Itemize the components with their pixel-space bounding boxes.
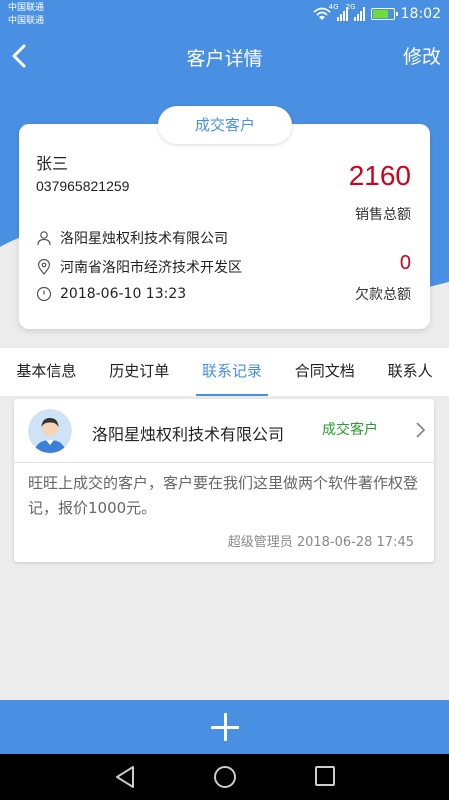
tab-order-history[interactable]: 历史订单 — [103, 348, 175, 396]
created-row: 2018-06-10 13:23 — [36, 286, 186, 302]
home-circle-icon[interactable] — [213, 765, 237, 789]
signal-icon-2: 2G — [346, 3, 365, 21]
record-author-time: 超级管理员 2018-06-28 17:45 — [227, 535, 414, 550]
network-type-2: 2G — [345, 3, 356, 11]
customer-name: 张三 — [36, 154, 69, 173]
carrier-1: 中国联通 — [8, 3, 45, 13]
company-name: 洛阳星烛权利技术有限公司 — [60, 231, 228, 247]
address: 河南省洛阳市经济技术开发区 — [60, 260, 242, 276]
contact-record-card[interactable]: 洛阳星烛权利技术有限公司 成交客户 旺旺上成交的客户，客户要在我们这里做两个软件… — [14, 399, 434, 562]
carrier-2: 中国联通 — [8, 16, 45, 26]
record-status: 成交客户 — [322, 422, 378, 438]
clock: 18:02 — [400, 6, 441, 22]
debt-total-label: 欠款总额 — [355, 287, 411, 303]
record-content: 旺旺上成交的客户，客户要在我们这里做两个软件著作权登记，报价1000元。 — [28, 474, 419, 517]
customer-status-badge: 成交客户 — [158, 106, 292, 144]
person-icon — [37, 231, 51, 246]
customer-phone: 037965821259 — [36, 178, 130, 194]
tab-contact-records[interactable]: 联系记录 — [195, 348, 269, 396]
network-type-1: 4G — [328, 3, 339, 11]
carrier-info: 中国联通 中国联通 — [8, 2, 44, 28]
edit-button[interactable]: 修改 — [403, 42, 441, 69]
battery-icon — [370, 8, 398, 20]
add-record-button[interactable] — [0, 700, 449, 754]
debt-total: 0 — [399, 252, 411, 274]
created-time: 2018-06-10 13:23 — [60, 286, 187, 302]
location-pin-icon — [37, 259, 51, 275]
customer-card: 张三 037965821259 2160 销售总额 洛阳星烛权利技术有限公司 河… — [19, 124, 430, 329]
record-header[interactable]: 洛阳星烛权利技术有限公司 成交客户 — [14, 399, 434, 463]
status-bar: 中国联通 中国联通 4G 2G 18:02 — [0, 0, 449, 32]
avatar — [28, 409, 72, 453]
recent-apps-icon[interactable] — [314, 765, 336, 787]
page-title: 客户详情 — [186, 48, 263, 70]
tab-contacts[interactable]: 联系人 — [382, 348, 439, 396]
tab-bar: 基本信息 历史订单 联系记录 合同文档 联系人 — [0, 348, 449, 396]
sales-total-label: 销售总额 — [355, 207, 411, 223]
back-triangle-icon[interactable] — [114, 765, 136, 789]
app-header: 客户详情 修改 — [0, 32, 449, 82]
sales-total: 2160 — [348, 160, 411, 191]
company-row: 洛阳星烛权利技术有限公司 — [36, 228, 228, 248]
plus-icon — [211, 713, 239, 741]
system-nav-bar — [0, 754, 449, 800]
address-row: 河南省洛阳市经济技术开发区 — [36, 257, 242, 277]
tab-contract-docs[interactable]: 合同文档 — [289, 348, 361, 396]
tab-basic-info[interactable]: 基本信息 — [10, 348, 82, 396]
chevron-right-icon[interactable] — [414, 421, 426, 439]
clock-icon — [36, 286, 52, 302]
record-company: 洛阳星烛权利技术有限公司 — [92, 425, 285, 444]
